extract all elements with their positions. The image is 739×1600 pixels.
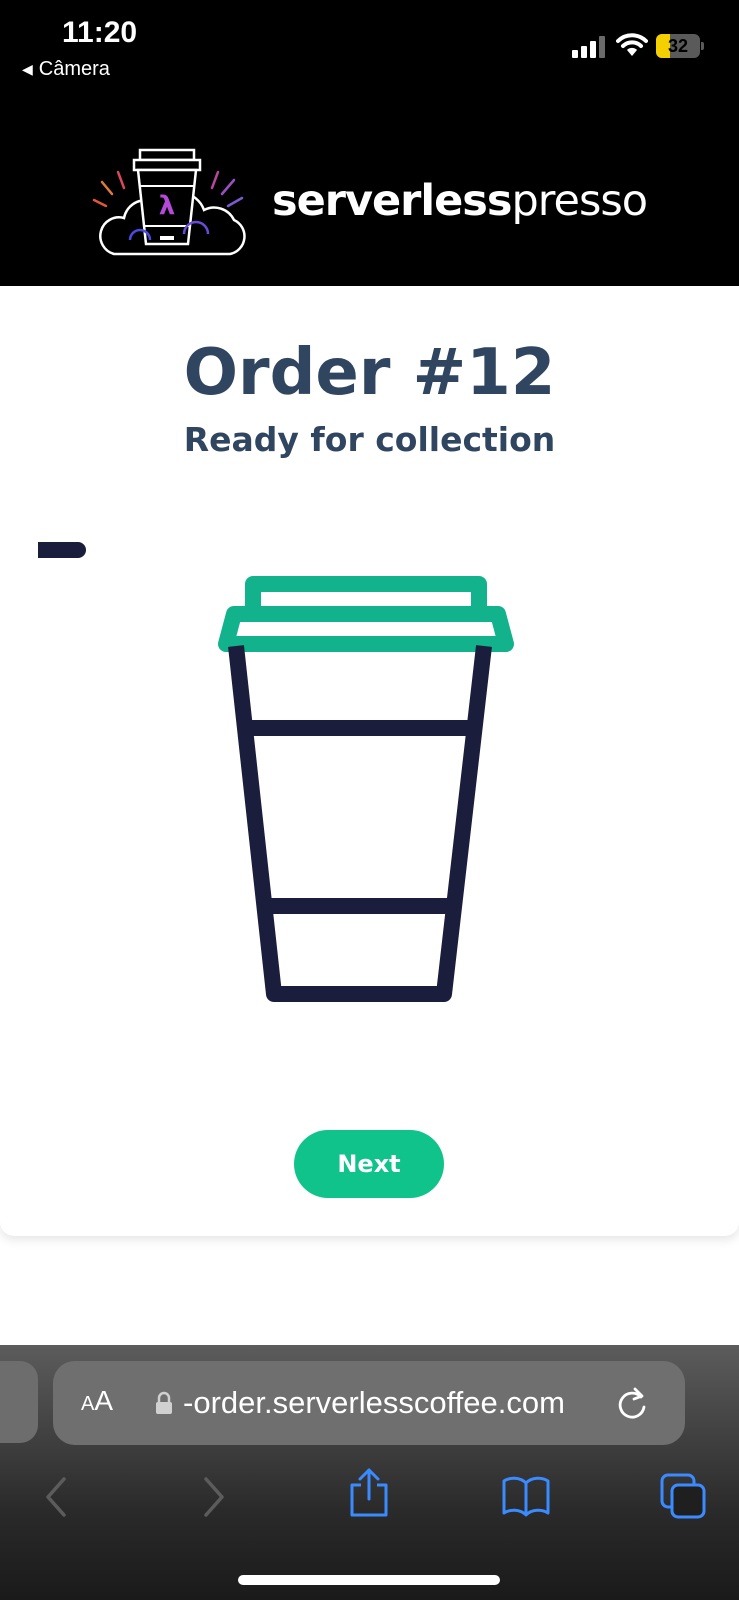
screen: 11:20 ◀ Câmera 32 λ serverlesspresso Ord… xyxy=(0,0,739,1600)
brand-light: presso xyxy=(511,176,648,226)
status-time: 11:20 xyxy=(62,16,138,49)
url-text: -order.serverlesscoffee.com xyxy=(183,1385,565,1420)
order-status: Ready for collection xyxy=(183,420,556,459)
cellular-signal-icon xyxy=(572,36,605,58)
previous-tab-peek[interactable] xyxy=(0,1361,38,1443)
tabs-icon[interactable] xyxy=(660,1473,706,1519)
share-icon[interactable] xyxy=(348,1467,390,1519)
order-card: Order #12 Ready for collection Next xyxy=(0,286,739,1236)
address-bar[interactable]: AA -order.serverlesscoffee.com xyxy=(53,1361,685,1445)
wifi-icon xyxy=(616,33,648,56)
bookmarks-icon[interactable] xyxy=(502,1475,550,1517)
decorative-dash xyxy=(38,542,86,558)
forward-icon[interactable] xyxy=(200,1475,228,1519)
order-title: Order #12 xyxy=(183,336,556,410)
brand-bold: serverless xyxy=(272,176,512,226)
back-to-app-link[interactable]: ◀ Câmera xyxy=(22,58,110,81)
next-button[interactable]: Next xyxy=(294,1130,444,1198)
back-icon[interactable] xyxy=(42,1475,70,1519)
coffee-cup-icon xyxy=(218,576,514,1002)
svg-text:λ: λ xyxy=(159,191,175,221)
back-triangle-icon: ◀ xyxy=(22,61,33,77)
reload-icon[interactable] xyxy=(615,1385,649,1421)
text-size-button[interactable]: AA xyxy=(81,1385,113,1417)
battery-indicator: 32 xyxy=(656,34,704,58)
back-app-label: Câmera xyxy=(38,58,110,80)
home-indicator xyxy=(238,1575,500,1585)
coffee-cup-cloud-logo: λ xyxy=(92,148,246,256)
battery-level: 32 xyxy=(667,36,689,56)
app-header: 11:20 ◀ Câmera 32 λ serverlesspresso xyxy=(0,0,739,286)
browser-toolbar: AA -order.serverlesscoffee.com xyxy=(0,1345,739,1600)
brand-wordmark: serverlesspresso xyxy=(272,176,648,226)
lock-icon xyxy=(156,1391,172,1414)
